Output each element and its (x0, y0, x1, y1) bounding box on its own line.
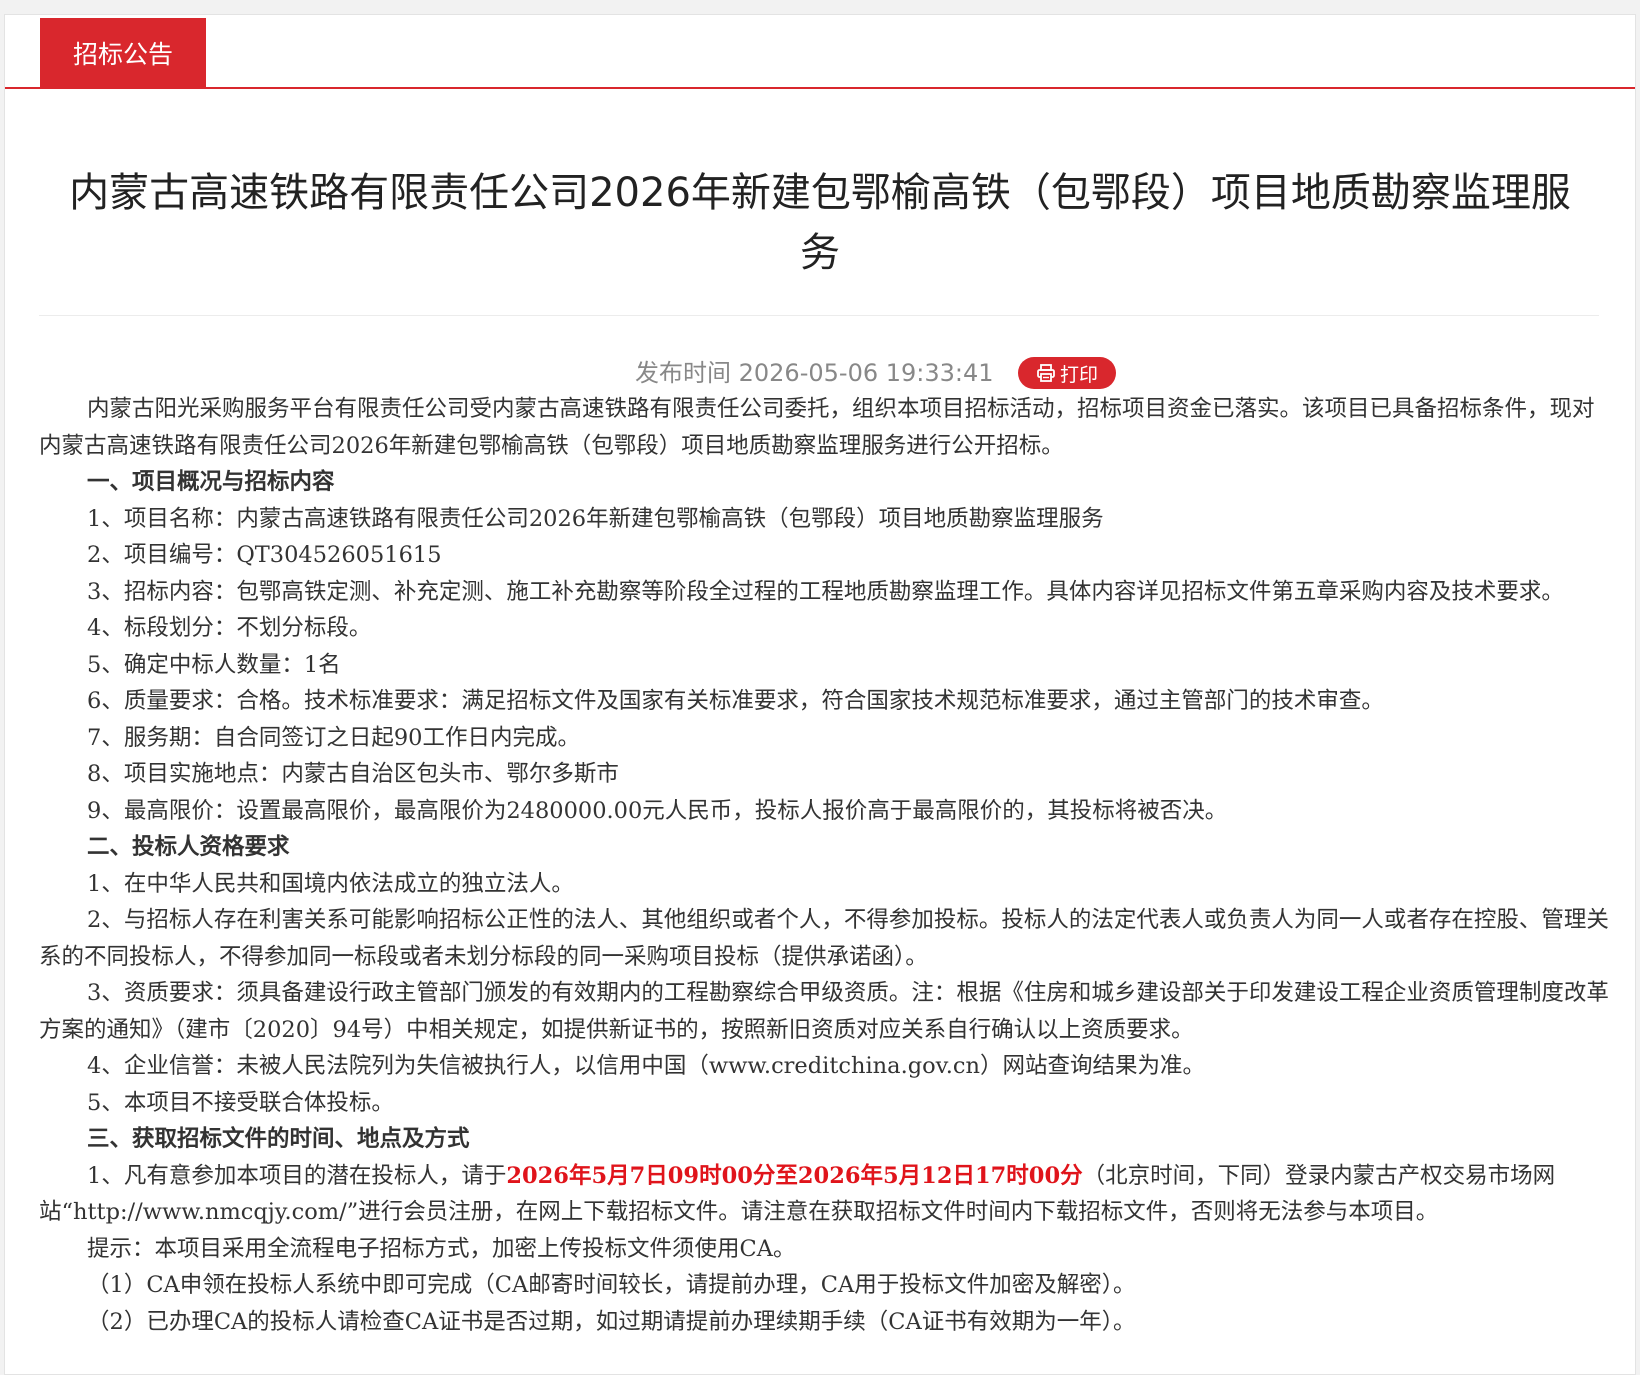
page-title: 内蒙古高速铁路有限责任公司2026年新建包鄂榆高铁（包鄂段）项目地质勘察监理服务 (69, 170, 1571, 276)
publish-time: 发布时间 2026-05-06 19:33:41 (635, 359, 994, 387)
body-paragraph: 5、本项目不接受联合体投标。 (87, 1089, 394, 1116)
body-paragraph: （1）CA申领在投标人系统中即可完成（CA邮寄时间较长，请提前办理，CA用于投标… (87, 1272, 1136, 1298)
body-paragraph: 提示：本项目采用全流程电子招标方式，加密上传投标文件须使用CA。 (87, 1235, 796, 1262)
body-paragraph: 5、确定中标人数量：1名 (87, 651, 341, 678)
meta-row: 发布时间 2026-05-06 19:33:41 打印 (5, 353, 1635, 393)
body-paragraph: （2）已办理CA的投标人请检查CA证书是否过期，如过期请提前办理续期手续（CA证… (87, 1308, 1136, 1335)
highlighted-time-range: 2026年5月7日09时00分至2026年5月12日17时00分 (506, 1162, 1083, 1189)
body-paragraph: 4、标段划分：不划分标段。 (87, 615, 372, 641)
body-paragraph: 9、最高限价：设置最高限价，最高限价为2480000.00元人民币，投标人报价高… (87, 797, 1228, 824)
printer-icon (1037, 364, 1055, 382)
section-heading: 二、投标人资格要求 (87, 834, 290, 860)
body-paragraph: 3、招标内容：包鄂高铁定测、补充定测、施工补充勘察等阶段全过程的工程地质勘察监理… (87, 578, 1564, 605)
body-paragraph: 1、在中华人民共和国境内依法成立的独立法人。 (87, 870, 574, 897)
announcement-page: 招标公告 内蒙古高速铁路有限责任公司2026年新建包鄂榆高铁（包鄂段）项目地质勘… (4, 14, 1636, 1375)
body-paragraph: 1、项目名称：内蒙古高速铁路有限责任公司2026年新建包鄂榆高铁（包鄂段）项目地… (87, 505, 1104, 532)
section-heading: 一、项目概况与招标内容 (87, 469, 335, 495)
title-divider (39, 315, 1599, 316)
body-paragraph: 2、项目编号：QT304526051615 (87, 542, 442, 568)
announcement-body: 内蒙古阳光采购服务平台有限责任公司受内蒙古高速铁路有限责任公司委托，组织本项目招… (39, 391, 1609, 1340)
body-paragraph: 7、服务期：自合同签订之日起90工作日内完成。 (87, 724, 580, 751)
body-paragraph: 8、项目实施地点：内蒙古自治区包头市、鄂尔多斯市 (87, 761, 619, 787)
tab-bid-announcement[interactable]: 招标公告 (40, 18, 206, 87)
intro-paragraph: 内蒙古阳光采购服务平台有限责任公司受内蒙古高速铁路有限责任公司委托，组织本项目招… (39, 396, 1595, 459)
body-paragraph: 3、资质要求：须具备建设行政主管部门颁发的有效期内的工程勘察综合甲级资质。注：根… (39, 980, 1609, 1043)
body-paragraph: 1、凡有意参加本项目的潜在投标人，请于2026年5月7日09时00分至2026年… (39, 1158, 1609, 1231)
section-heading: 三、获取招标文件的时间、地点及方式 (87, 1126, 470, 1152)
body-paragraph: 2、与招标人存在利害关系可能影响招标公正性的法人、其他组织或者个人，不得参加投标… (39, 907, 1609, 970)
print-button[interactable]: 打印 (1018, 357, 1116, 389)
body-paragraph: 6、质量要求：合格。技术标准要求：满足招标文件及国家有关标准要求，符合国家技术规… (87, 688, 1384, 714)
tab-bar: 招标公告 (5, 15, 1635, 89)
text-segment: 1、凡有意参加本项目的潜在投标人，请于 (87, 1162, 507, 1189)
body-paragraph: 4、企业信誉：未被人民法院列为失信被执行人，以信用中国（www.creditch… (87, 1053, 1205, 1079)
print-label: 打印 (1059, 363, 1098, 386)
